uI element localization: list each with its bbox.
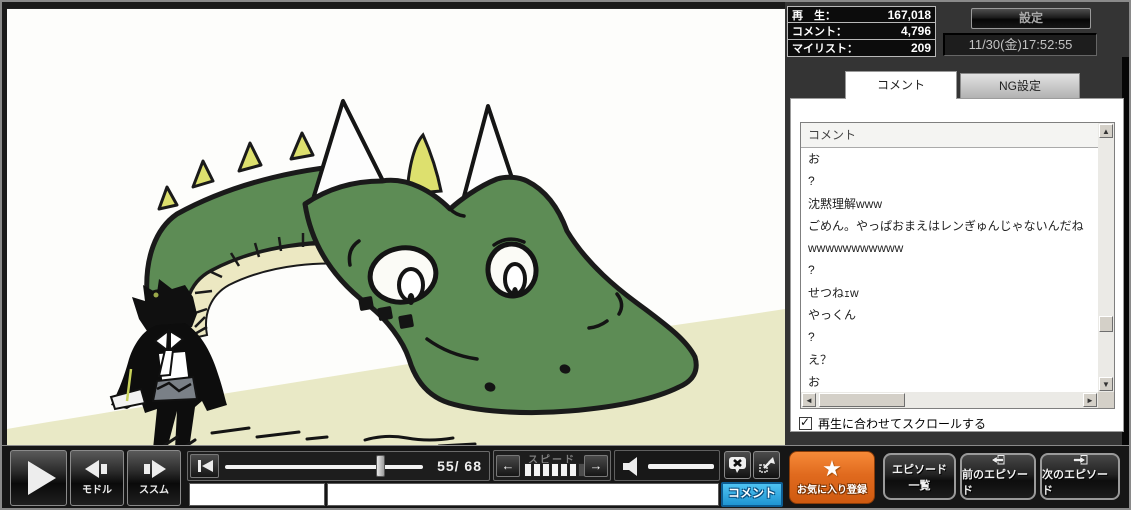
rewind-button[interactable]: モドル bbox=[70, 450, 124, 506]
right-panel: 再 生： 167,018 コメント： 4,796 マイリスト： 209 設定 11/30(… bbox=[785, 2, 1131, 445]
skip-forward-icon bbox=[140, 460, 168, 478]
speed-segment bbox=[533, 463, 541, 477]
favorite-button[interactable]: ★ お気に入り登録 bbox=[789, 451, 875, 504]
speed-segment bbox=[560, 463, 568, 477]
speed-down-button[interactable]: ← bbox=[496, 455, 520, 477]
resize-icon bbox=[758, 456, 776, 474]
control-bar: モドル ススム 55/ 68 スピード ← → bbox=[2, 445, 1129, 509]
video-illustration bbox=[7, 9, 785, 445]
prev-episode-button[interactable]: 前のエピソード bbox=[960, 453, 1036, 500]
stat-label: マイリスト： bbox=[792, 40, 858, 56]
vertical-scroll-thumb[interactable] bbox=[1099, 316, 1113, 332]
stat-row: 再 生： 167,018 bbox=[787, 6, 936, 23]
settings-button[interactable]: 設定 bbox=[971, 8, 1091, 29]
frame-counter: 55/ 68 bbox=[437, 452, 482, 480]
timestamp-display: 11/30(金)17:52:55 bbox=[943, 33, 1097, 56]
scroll-right-button[interactable]: ► bbox=[1083, 393, 1097, 407]
scrollbar-corner bbox=[1098, 392, 1114, 408]
tab-comment[interactable]: コメント bbox=[845, 71, 957, 99]
episode-list-label-1: エピソード bbox=[892, 461, 947, 477]
star-icon: ★ bbox=[822, 459, 842, 479]
toggle-comments-button[interactable] bbox=[724, 451, 751, 479]
stat-label: 再 生： bbox=[792, 7, 836, 23]
skip-to-start-icon bbox=[196, 459, 214, 473]
play-icon bbox=[28, 461, 56, 495]
comment-row[interactable]: ? bbox=[801, 170, 1098, 192]
play-button[interactable] bbox=[10, 450, 67, 506]
comment-off-icon bbox=[728, 456, 747, 474]
command-input[interactable] bbox=[189, 483, 325, 506]
stat-row: コメント： 4,796 bbox=[787, 23, 936, 40]
scroll-up-button[interactable]: ▲ bbox=[1099, 124, 1113, 138]
speed-segment bbox=[569, 463, 577, 477]
prev-episode-label: 前のエピソード bbox=[962, 466, 1034, 498]
horizontal-scroll-thumb[interactable] bbox=[819, 393, 905, 407]
stat-label: コメント： bbox=[792, 23, 847, 39]
vertical-scrollbar[interactable]: ▲ ▼ bbox=[1098, 123, 1114, 392]
comment-rows: お?沈黙理解wwwごめん。やっぱおまえはレンぎゅんじゃないんだねwwwwwwww… bbox=[801, 148, 1098, 392]
comment-listview: コメント お?沈黙理解wwwごめん。やっぱおまえはレンぎゅんじゃないんだねwww… bbox=[800, 122, 1115, 409]
comment-panel: コメント お?沈黙理解wwwごめん。やっぱおまえはレンぎゅんじゃないんだねwww… bbox=[790, 98, 1124, 432]
comment-row[interactable]: ごめん。やっぱおまえはレンぎゅんじゃないんだね bbox=[801, 215, 1098, 237]
speed-segment bbox=[524, 463, 532, 477]
comment-row[interactable]: ? bbox=[801, 259, 1098, 281]
comment-input[interactable] bbox=[327, 483, 719, 506]
episode-list-button[interactable]: エピソード 一覧 bbox=[883, 453, 956, 500]
forward-label: ススム bbox=[139, 481, 169, 496]
comment-row[interactable]: 沈黙理解www bbox=[801, 193, 1098, 215]
stat-value: 209 bbox=[911, 41, 931, 55]
dragon-artwork bbox=[147, 101, 696, 413]
next-episode-label: 次のエピソード bbox=[1042, 466, 1118, 498]
forward-button[interactable]: ススム bbox=[127, 450, 181, 506]
speed-segment bbox=[551, 463, 559, 477]
speaker-icon bbox=[622, 457, 644, 477]
next-episode-button[interactable]: 次のエピソード bbox=[1040, 453, 1120, 500]
stat-value: 4,796 bbox=[901, 24, 931, 38]
stats-table: 再 生： 167,018 コメント： 4,796 マイリスト： 209 bbox=[787, 6, 936, 57]
volume-group bbox=[614, 450, 720, 481]
video-screen[interactable] bbox=[7, 8, 785, 445]
stat-row: マイリスト： 209 bbox=[787, 40, 936, 57]
comment-row[interactable]: お bbox=[801, 148, 1098, 170]
scroll-down-button[interactable]: ▼ bbox=[1099, 377, 1113, 391]
speed-group: スピード ← → bbox=[493, 450, 611, 481]
player-window: 再 生： 167,018 コメント： 4,796 マイリスト： 209 設定 11/30(… bbox=[0, 0, 1131, 510]
horizontal-scrollbar[interactable]: ◄ ► bbox=[801, 392, 1098, 408]
resize-button[interactable] bbox=[753, 451, 780, 479]
seek-group: 55/ 68 bbox=[187, 451, 490, 481]
comment-row[interactable]: せつねｪw bbox=[801, 282, 1098, 304]
skip-to-start-button[interactable] bbox=[190, 454, 219, 478]
checkmark-icon: ✓ bbox=[800, 415, 810, 429]
seek-track[interactable] bbox=[225, 465, 423, 469]
speed-segment bbox=[542, 463, 550, 477]
volume-bar[interactable] bbox=[648, 464, 714, 469]
prev-episode-icon bbox=[983, 455, 1013, 465]
comment-submit-button[interactable]: コメント bbox=[721, 482, 783, 507]
speed-up-button[interactable]: → bbox=[584, 455, 608, 477]
scroll-left-button[interactable]: ◄ bbox=[802, 393, 816, 407]
rewind-label: モドル bbox=[82, 481, 112, 496]
comment-column-header[interactable]: コメント bbox=[801, 123, 1098, 148]
comment-row[interactable]: お bbox=[801, 371, 1098, 392]
stat-value: 167,018 bbox=[888, 8, 931, 22]
autoscroll-label: 再生に合わせてスクロールする bbox=[818, 415, 986, 432]
comment-row[interactable]: やっくん bbox=[801, 304, 1098, 326]
autoscroll-checkbox[interactable]: ✓ bbox=[799, 417, 812, 430]
skip-back-icon bbox=[83, 460, 111, 478]
episode-list-label-2: 一覧 bbox=[909, 477, 931, 493]
autoscroll-row: ✓ 再生に合わせてスクロールする bbox=[799, 415, 986, 432]
comment-row[interactable]: え？ bbox=[801, 349, 1098, 371]
favorite-label: お気に入り登録 bbox=[797, 481, 867, 496]
seek-thumb[interactable] bbox=[376, 455, 385, 477]
tab-ng-settings[interactable]: NG設定 bbox=[960, 73, 1080, 99]
next-episode-icon bbox=[1065, 455, 1095, 465]
comment-row[interactable]: wwwwwwwwwww bbox=[801, 237, 1098, 259]
comment-row[interactable]: ? bbox=[801, 326, 1098, 348]
